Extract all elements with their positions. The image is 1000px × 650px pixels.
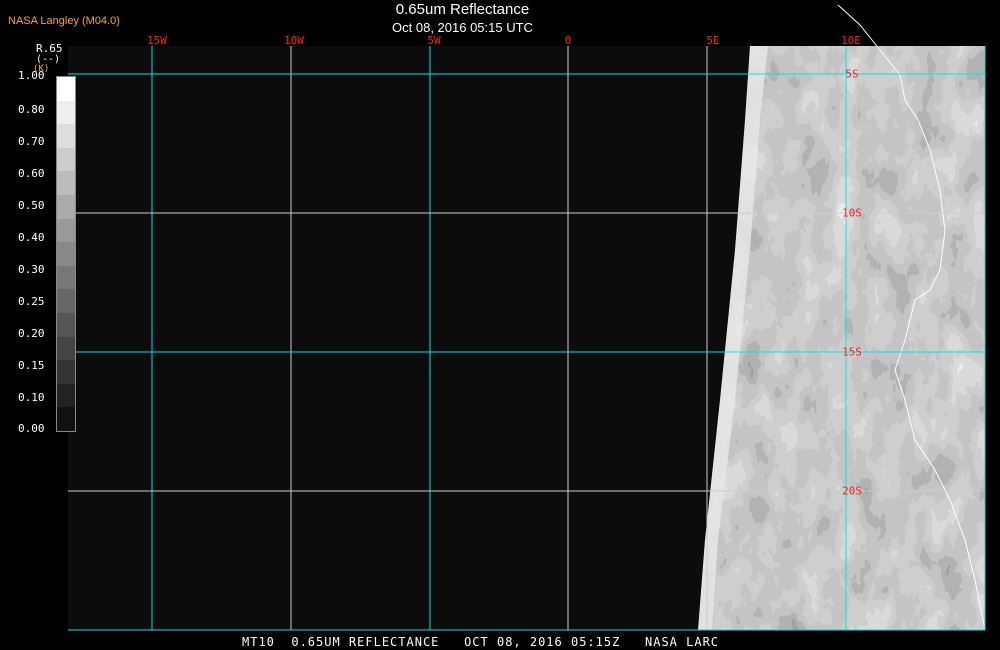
- colorbar-swatch: [57, 336, 75, 361]
- colorbar-swatch: [57, 312, 75, 337]
- colorbar-label: 0.00: [18, 422, 45, 435]
- colorbar-label: 0.10: [18, 391, 45, 404]
- colorbar-swatch: [57, 100, 75, 125]
- colorbar-label: 0.15: [18, 359, 45, 372]
- colorbar-swatch: [57, 383, 75, 408]
- colorbar-label: 0.20: [18, 327, 45, 340]
- lon-label: 5E: [706, 34, 720, 47]
- satellite-map[interactable]: [0, 0, 1000, 650]
- colorbar-label: 0.50: [18, 199, 45, 212]
- lon-label: 10E: [841, 34, 861, 47]
- colorbar-label: 0.25: [18, 295, 45, 308]
- colorbar-label: 0.40: [18, 231, 45, 244]
- colorbar-label: 0.30: [18, 263, 45, 276]
- colorbar-swatch: [57, 289, 75, 313]
- colorbar-swatch: [57, 360, 75, 384]
- colorbar-swatch: [57, 194, 75, 219]
- lat-label: 20S: [842, 484, 862, 498]
- lon-label: 15W: [147, 34, 167, 47]
- lon-label: 5W: [427, 34, 441, 47]
- colorbar-swatch: [57, 171, 75, 195]
- colorbar-swatch: [57, 265, 75, 290]
- colorbar-label: 0.80: [18, 103, 45, 116]
- colorbar-swatch: [57, 242, 75, 266]
- colorbar-swatch: [57, 218, 75, 243]
- lon-label: 10W: [284, 34, 304, 47]
- colorbar: [56, 76, 76, 432]
- colorbar-swatch: [57, 407, 75, 431]
- lat-label: 15S: [842, 345, 862, 359]
- colorbar-swatch: [57, 77, 75, 101]
- lat-label: 10S: [842, 206, 862, 220]
- footer-caption: MT10 0.65UM REFLECTANCE OCT 08, 2016 05:…: [242, 635, 720, 649]
- image-timestamp: Oct 08, 2016 05:15 UTC: [392, 20, 533, 35]
- colorbar-swatch: [57, 147, 75, 172]
- lat-label: 5S: [845, 67, 859, 81]
- colorbar-label: 0.70: [18, 135, 45, 148]
- colorbar-swatch: [57, 124, 75, 148]
- colorbar-label: 0.60: [18, 167, 45, 180]
- image-title: 0.65um Reflectance: [395, 1, 530, 18]
- lon-label: 0: [564, 34, 572, 47]
- colorbar-label: 1.00: [18, 69, 45, 82]
